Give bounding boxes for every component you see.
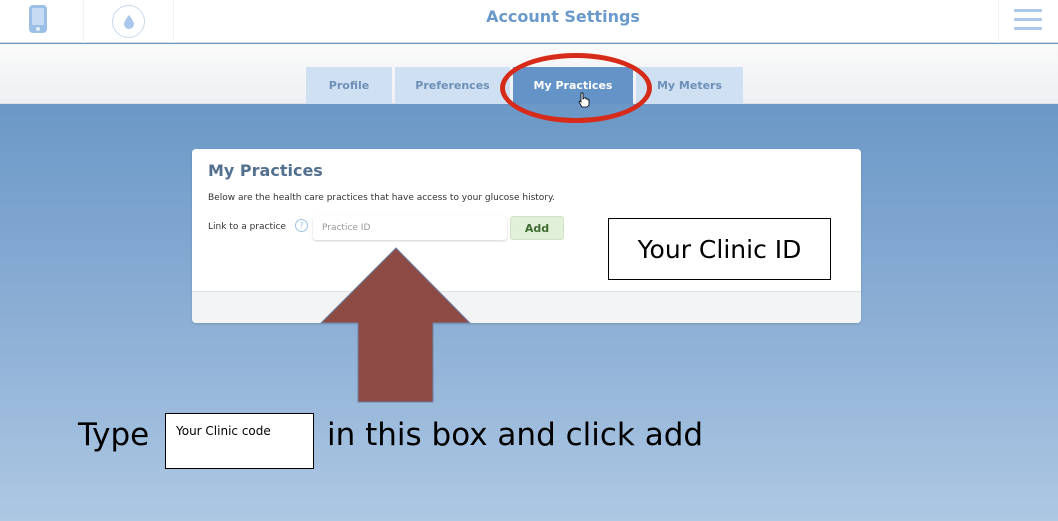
hand-cursor-icon <box>578 92 590 108</box>
instruction-code-box: Your Clinic code <box>165 413 314 469</box>
top-bar: Account Settings <box>0 0 1058 43</box>
tab-my-meters[interactable]: My Meters <box>636 67 743 104</box>
tab-my-practices[interactable]: My Practices <box>513 67 633 104</box>
card-description: Below are the health care practices that… <box>208 193 555 203</box>
page-title: Account Settings <box>486 7 640 26</box>
practice-id-input[interactable] <box>313 216 507 240</box>
hamburger-menu-icon[interactable] <box>1014 9 1042 31</box>
tab-profile[interactable]: Profile <box>306 67 392 104</box>
instruction-prefix: Type <box>78 417 150 453</box>
instruction-suffix: in this box and click add <box>327 417 704 453</box>
clinic-id-callout: Your Clinic ID <box>608 218 831 280</box>
help-icon[interactable]: ? <box>295 219 308 232</box>
tab-preferences[interactable]: Preferences <box>395 67 510 104</box>
add-button[interactable]: Add <box>510 216 564 240</box>
card-title: My Practices <box>208 161 323 180</box>
card-footer <box>192 291 861 323</box>
up-arrow-annotation <box>319 247 472 403</box>
link-practice-label: Link to a practice <box>208 222 286 232</box>
